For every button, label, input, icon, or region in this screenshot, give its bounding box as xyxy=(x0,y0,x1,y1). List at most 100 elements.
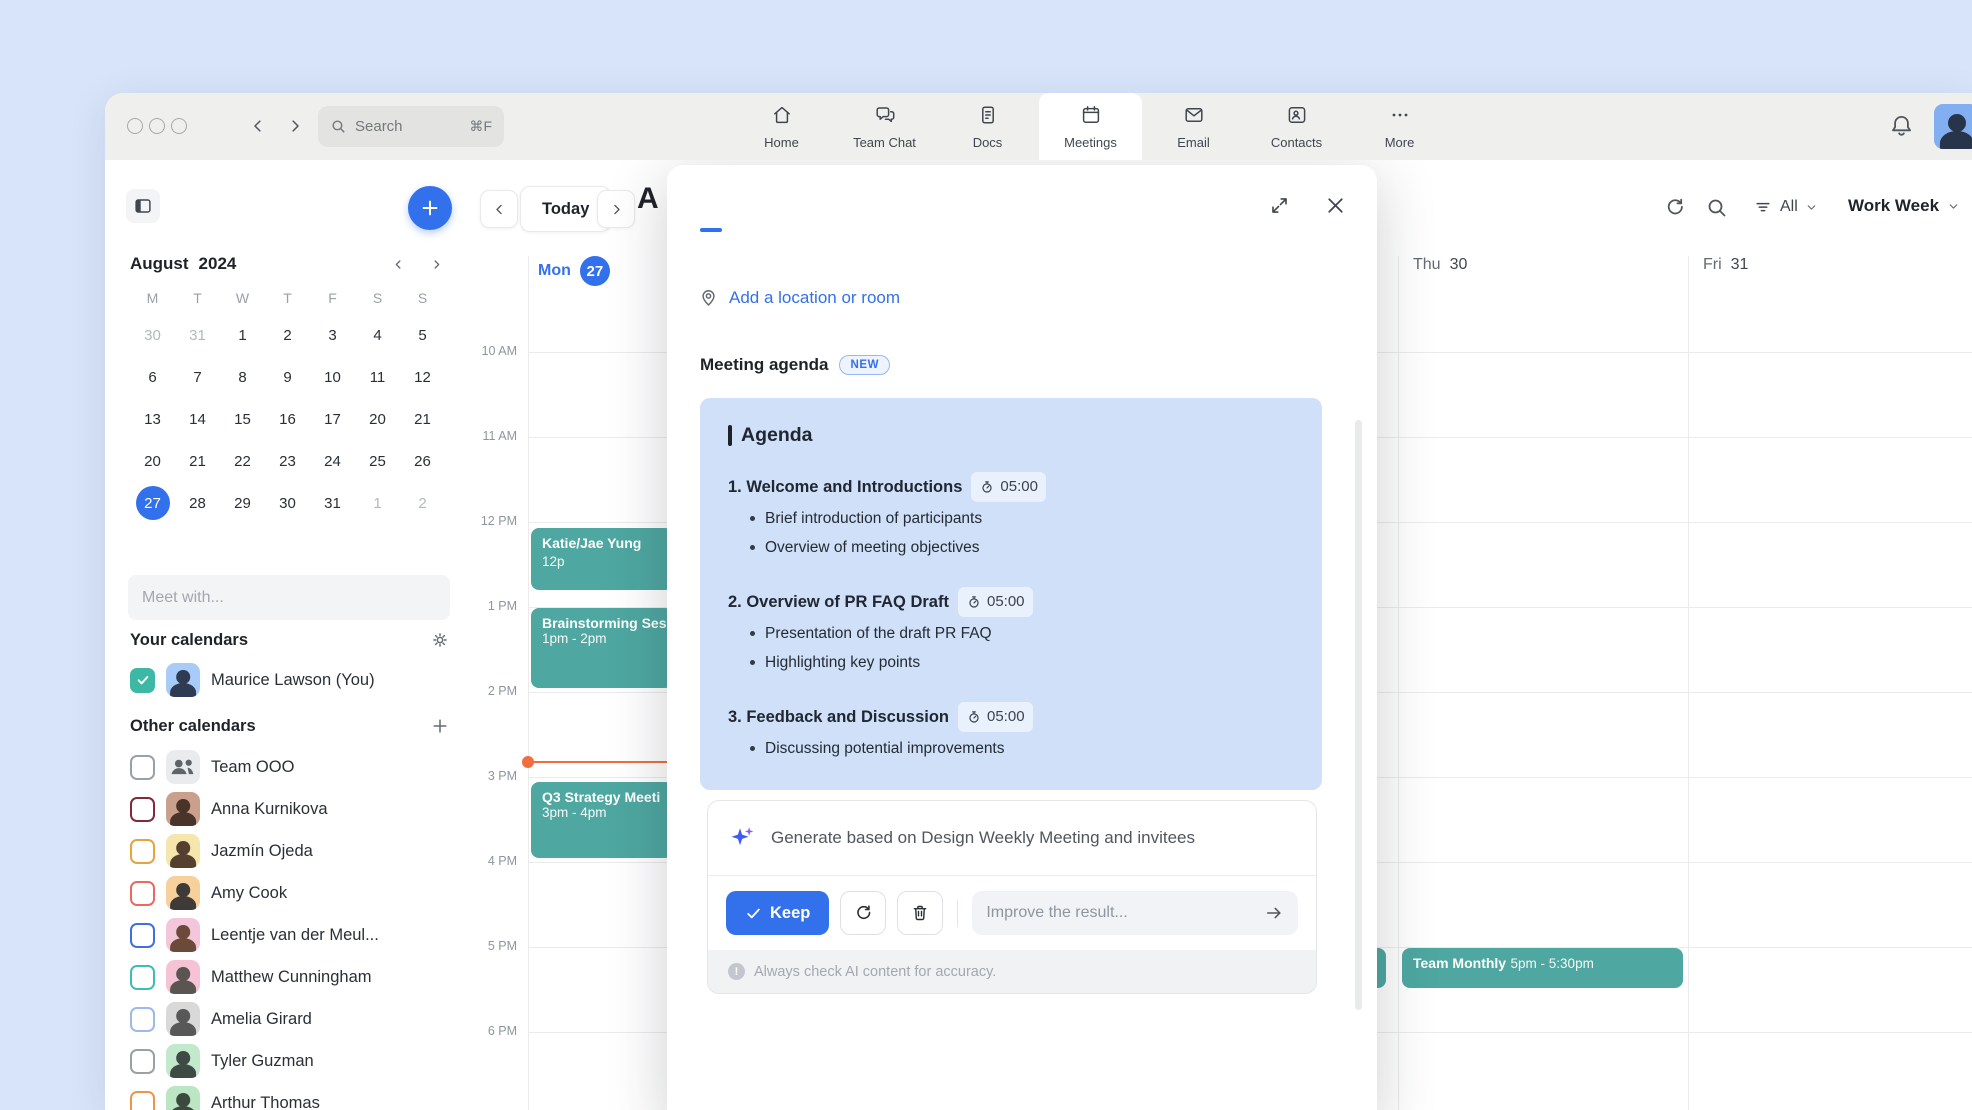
day-name: Thu xyxy=(1413,256,1441,274)
ai-disclaimer-text: Always check AI content for accuracy. xyxy=(754,964,996,980)
agenda-item-title: 3. Feedback and Discussion xyxy=(728,704,949,730)
agenda-bullet: Highlighting key points xyxy=(750,648,1294,677)
modal-scrollbar[interactable] xyxy=(1355,420,1362,1010)
ai-generate-text: Generate based on Design Weekly Meeting … xyxy=(771,828,1195,848)
bullet-text: Discussing potential improvements xyxy=(765,734,1005,763)
home-icon xyxy=(770,103,794,132)
agenda-item-bullets: Discussing potential improvements xyxy=(728,734,1294,763)
tab-email[interactable]: Email xyxy=(1142,93,1245,160)
bullet-dot xyxy=(750,545,755,550)
tab-label: Docs xyxy=(973,135,1003,150)
event-title: Katie/Jae Yung xyxy=(542,535,641,551)
agenda-bullet: Discussing potential improvements xyxy=(750,734,1294,763)
window-minimize-button[interactable] xyxy=(149,118,165,134)
day-header: Fri 31 xyxy=(1703,256,1748,274)
text-cursor xyxy=(728,425,732,446)
meeting-agenda-header: Meeting agenda NEW xyxy=(700,355,890,375)
event-title: Q3 Strategy Meeti xyxy=(542,789,662,805)
bullet-text: Brief introduction of participants xyxy=(765,504,982,533)
agenda-item: 3. Feedback and Discussion 05:00 Discussin… xyxy=(728,702,1294,763)
duration-pill: 05:00 xyxy=(958,702,1033,732)
user-avatar[interactable] xyxy=(1934,104,1972,149)
tab-team-chat[interactable]: Team Chat xyxy=(833,93,936,160)
email-icon xyxy=(1182,103,1206,132)
agenda-item-title-row: 1. Welcome and Introductions05:00 xyxy=(728,472,1294,502)
ai-sparkle-icon xyxy=(728,824,756,852)
tab-home[interactable]: Home xyxy=(730,93,833,160)
meetings-icon xyxy=(1079,103,1103,132)
day-name: Mon xyxy=(538,262,571,280)
add-location-link[interactable]: Add a location or room xyxy=(729,288,900,308)
ai-generate-row: Generate based on Design Weekly Meeting … xyxy=(708,801,1316,875)
agenda-item-title: 1. Welcome and Introductions xyxy=(728,474,962,500)
agenda-item: 1. Welcome and Introductions05:00Brief i… xyxy=(728,472,1294,562)
discard-trash-button[interactable] xyxy=(897,891,943,935)
event-time: 12p xyxy=(542,554,565,569)
agenda-editor[interactable]: Agenda 1. Welcome and Introductions05:00… xyxy=(700,398,1322,790)
day-number: 30 xyxy=(1450,256,1468,274)
history-back-button[interactable] xyxy=(245,113,271,139)
agenda-bullet: Brief introduction of participants xyxy=(750,504,1294,533)
bullet-text: Highlighting key points xyxy=(765,648,920,677)
event-time: 5pm - 5:30pm xyxy=(1511,956,1594,971)
primary-nav-tabs: Home Team Chat Docs Meetings EmailContactsMo… xyxy=(730,93,1451,160)
agenda-item-title: 2. Overview of PR FAQ Draft xyxy=(728,589,949,615)
screen: Search ⌘F Home Team Chat Docs Meetings Email… xyxy=(0,0,1972,1110)
improve-placeholder: Improve the result... xyxy=(986,904,1127,922)
expand-modal-icon[interactable] xyxy=(1268,194,1291,217)
calendar-event[interactable]: Brainstorming Ses1pm - 2pm xyxy=(531,608,673,688)
team-chat-icon xyxy=(873,103,897,132)
history-forward-button[interactable] xyxy=(282,113,308,139)
titlebar: Search ⌘F Home Team Chat Docs Meetings Email… xyxy=(105,93,1972,160)
calendar-event[interactable]: Katie/Jae Yung 12p xyxy=(531,528,673,590)
window-zoom-button[interactable] xyxy=(171,118,187,134)
window-controls xyxy=(127,118,187,134)
tab-contacts[interactable]: Contacts xyxy=(1245,93,1348,160)
keep-button[interactable]: Keep xyxy=(726,891,829,935)
tab-label: Meetings xyxy=(1064,135,1117,150)
time-label: 5 PM xyxy=(453,939,517,953)
global-search-input[interactable]: Search ⌘F xyxy=(318,106,504,147)
notifications-bell-icon[interactable] xyxy=(1888,112,1915,144)
divider xyxy=(957,900,958,927)
agenda-heading: Agenda xyxy=(741,424,813,447)
ai-generate-card: Generate based on Design Weekly Meeting … xyxy=(707,800,1317,994)
day-number: 31 xyxy=(1731,256,1749,274)
scrolled-content-edge xyxy=(700,228,722,232)
duration-value: 05:00 xyxy=(987,589,1025,615)
stopwatch-icon xyxy=(966,594,982,610)
time-label: 11 AM xyxy=(453,429,517,443)
submit-arrow-icon[interactable] xyxy=(1264,903,1284,923)
ai-actions-row: Keep Improve the result... xyxy=(708,876,1316,950)
agenda-bullet: Overview of meeting objectives xyxy=(750,533,1294,562)
tab-docs[interactable]: Docs xyxy=(936,93,1039,160)
stopwatch-icon xyxy=(979,479,995,495)
search-icon xyxy=(330,118,347,135)
agenda-heading-row: Agenda xyxy=(728,424,1294,447)
agenda-bullet: Presentation of the draft PR FAQ xyxy=(750,619,1294,648)
agenda-item-title-row: 2. Overview of PR FAQ Draft 05:00 xyxy=(728,587,1294,617)
regenerate-button[interactable] xyxy=(840,891,886,935)
day-name: Fri xyxy=(1703,256,1722,274)
bullet-dot xyxy=(750,516,755,521)
time-label: 3 PM xyxy=(453,769,517,783)
tab-meetings[interactable]: Meetings xyxy=(1039,93,1142,160)
calendar-event[interactable]: Team Monthly 5pm - 5:30pm xyxy=(1402,948,1683,988)
window-close-button[interactable] xyxy=(127,118,143,134)
search-placeholder: Search xyxy=(355,118,403,135)
tab-label: Team Chat xyxy=(853,135,916,150)
bullet-text: Presentation of the draft PR FAQ xyxy=(765,619,992,648)
duration-value: 05:00 xyxy=(987,704,1025,730)
agenda-item: 2. Overview of PR FAQ Draft 05:00 Presenta… xyxy=(728,587,1294,677)
info-icon: ! xyxy=(728,963,745,980)
duration-pill: 05:00 xyxy=(958,587,1033,617)
calendar-event[interactable]: Q3 Strategy Meeti3pm - 4pm xyxy=(531,782,673,858)
bullet-text: Overview of meeting objectives xyxy=(765,533,980,562)
improve-result-input[interactable]: Improve the result... xyxy=(972,891,1298,935)
day-column-line xyxy=(528,256,529,1110)
current-time-line xyxy=(528,761,674,763)
time-label: 2 PM xyxy=(453,684,517,698)
tab-more[interactable]: More xyxy=(1348,93,1451,160)
add-location-row[interactable]: Add a location or room xyxy=(698,287,900,308)
close-modal-icon[interactable] xyxy=(1323,193,1348,218)
